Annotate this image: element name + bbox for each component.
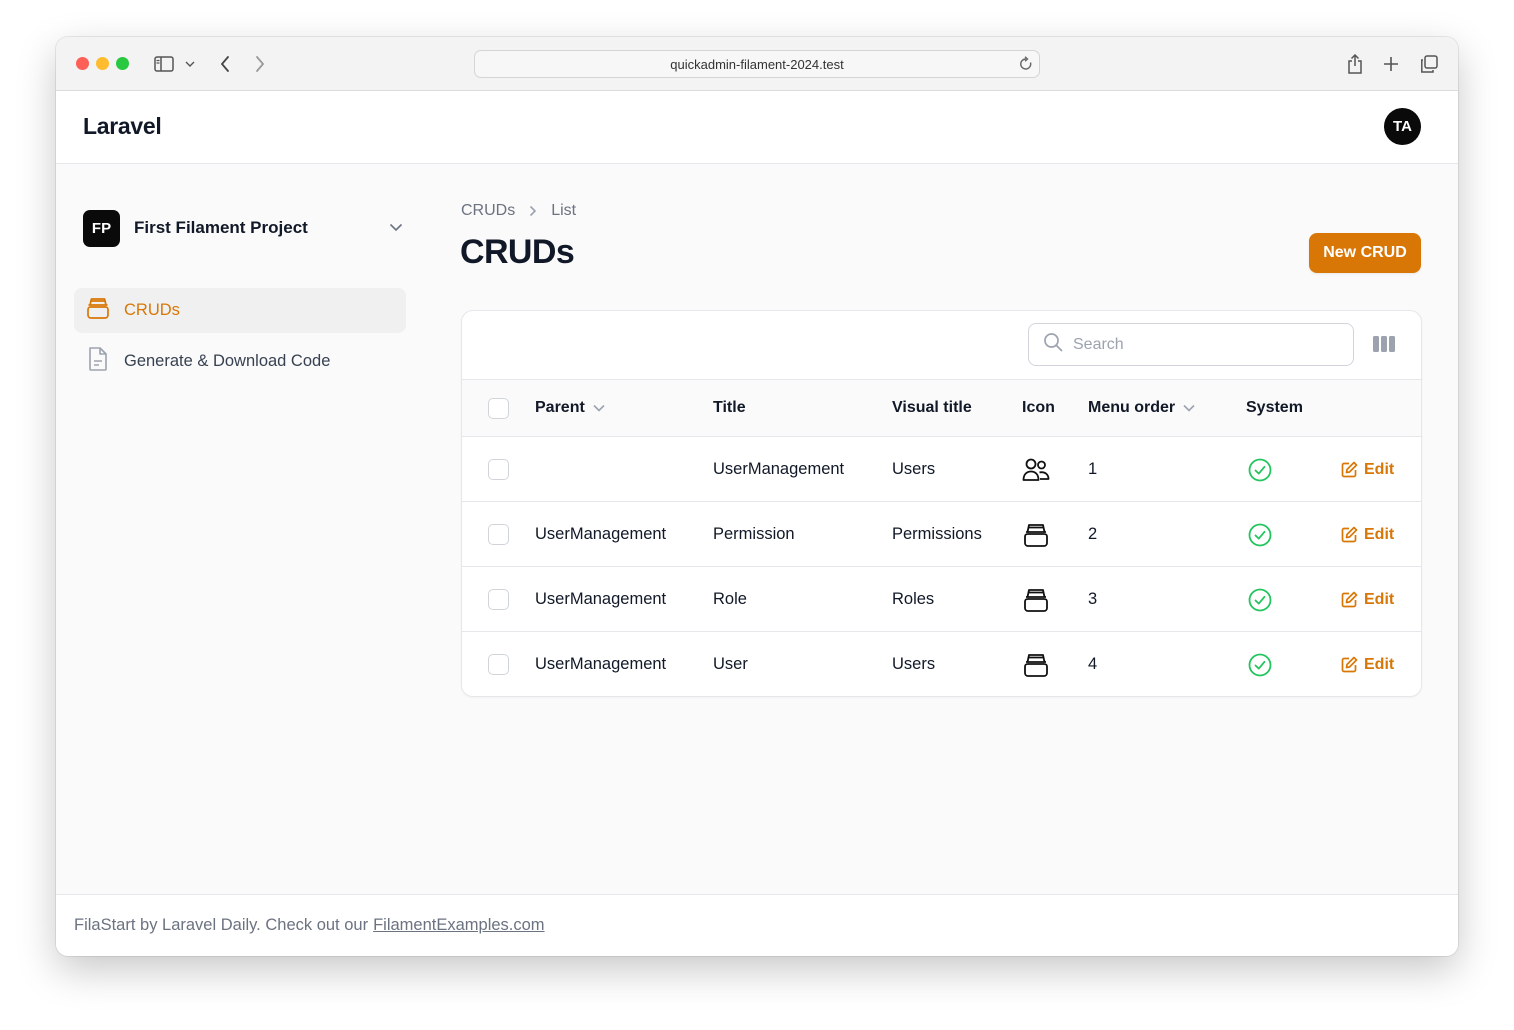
check-circle-icon <box>1247 437 1273 502</box>
address-bar[interactable]: quickadmin-filament-2024.test <box>474 50 1040 78</box>
close-window-button[interactable] <box>76 57 89 70</box>
sidebar-toggle-icon[interactable] <box>152 52 176 76</box>
new-tab-icon[interactable] <box>1379 52 1403 76</box>
share-icon[interactable] <box>1343 52 1367 76</box>
cell-visual-title: Roles <box>892 590 935 608</box>
tabs-overview-icon[interactable] <box>1417 52 1441 76</box>
cell-visual-title: Permissions <box>892 525 982 543</box>
archive-box-icon <box>1023 502 1049 567</box>
tenant-name: First Filament Project <box>134 218 308 237</box>
check-circle-icon <box>1247 567 1273 632</box>
new-crud-button[interactable]: New CRUD <box>1309 233 1421 273</box>
address-url: quickadmin-filament-2024.test <box>670 56 844 72</box>
footer-text: FilaStart by Laravel Daily. Check out ou… <box>74 916 369 934</box>
edit-button[interactable]: Edit <box>1341 632 1394 696</box>
column-header-menu-order[interactable]: Menu order <box>1088 399 1195 417</box>
table-header: Parent Title Visual title Icon Menu orde… <box>462 380 1421 437</box>
tenant-avatar: FP <box>83 209 120 247</box>
minimize-window-button[interactable] <box>96 57 109 70</box>
table-toolbar <box>462 311 1421 380</box>
check-circle-icon <box>1247 502 1273 567</box>
cell-title: User <box>713 655 748 673</box>
user-avatar[interactable]: TA <box>1384 108 1421 145</box>
pencil-square-icon <box>1341 591 1358 608</box>
table-row: UserManagement Permission Permissions 2 … <box>462 502 1421 567</box>
check-circle-icon <box>1247 632 1273 696</box>
column-header-icon: Icon <box>1022 399 1055 416</box>
sidebar-item-label: Generate & Download Code <box>124 352 331 370</box>
users-icon <box>1022 437 1050 502</box>
cell-title: Role <box>713 590 747 608</box>
row-checkbox[interactable] <box>488 459 509 480</box>
breadcrumb-item-list: List <box>551 202 577 219</box>
tenant-switcher[interactable]: FP First Filament Project <box>83 209 403 247</box>
cell-title: UserManagement <box>713 460 845 478</box>
search-input[interactable] <box>1073 335 1323 354</box>
column-header-parent[interactable]: Parent <box>535 399 605 417</box>
sidebar-item-label: CRUDs <box>124 301 180 319</box>
search-icon <box>1043 332 1063 357</box>
column-header-title: Title <box>713 399 746 416</box>
table-row: UserManagement Role Roles 3 Edit <box>462 567 1421 632</box>
reload-icon[interactable] <box>1019 56 1033 75</box>
edit-button[interactable]: Edit <box>1341 567 1394 632</box>
page-footer: FilaStart by Laravel Daily. Check out ou… <box>56 894 1458 956</box>
edit-button[interactable]: Edit <box>1341 437 1394 502</box>
sidebar-item-generate-code[interactable]: Generate & Download Code <box>74 339 406 384</box>
column-toggle-icon[interactable] <box>1372 335 1396 355</box>
edit-button[interactable]: Edit <box>1341 502 1394 567</box>
pencil-square-icon <box>1341 656 1358 673</box>
cell-title: Permission <box>713 525 795 543</box>
table-row: UserManagement User Users 4 Edit <box>462 632 1421 696</box>
cell-menu-order: 1 <box>1088 460 1098 478</box>
forward-icon[interactable] <box>248 52 272 76</box>
cell-parent: UserManagement <box>535 590 667 608</box>
breadcrumb: CRUDs List <box>461 202 576 220</box>
archive-box-icon <box>1023 567 1049 632</box>
archive-box-icon <box>1023 632 1049 696</box>
table-row: UserManagement Users 1 Edit <box>462 437 1421 502</box>
column-header-system: System <box>1246 399 1303 416</box>
row-checkbox[interactable] <box>488 524 509 545</box>
row-checkbox[interactable] <box>488 589 509 610</box>
row-checkbox[interactable] <box>488 654 509 675</box>
cell-visual-title: Users <box>892 460 936 478</box>
cell-menu-order: 2 <box>1088 525 1098 543</box>
footer-link[interactable]: FilamentExamples.com <box>373 916 544 935</box>
select-all-checkbox[interactable] <box>488 398 509 419</box>
search-box[interactable] <box>1028 323 1354 366</box>
page-title: CRUDs <box>460 233 575 271</box>
chevron-right-icon <box>529 205 537 217</box>
chevron-down-icon <box>593 404 605 412</box>
brand-logo[interactable]: Laravel <box>83 113 162 140</box>
back-icon[interactable] <box>213 52 237 76</box>
cell-menu-order: 4 <box>1088 655 1098 673</box>
browser-toolbar: quickadmin-filament-2024.test <box>56 37 1458 91</box>
zoom-window-button[interactable] <box>116 57 129 70</box>
pencil-square-icon <box>1341 526 1358 543</box>
breadcrumb-item-cruds[interactable]: CRUDs <box>461 202 515 220</box>
document-icon <box>86 346 110 377</box>
app-topbar: Laravel TA <box>56 91 1458 164</box>
cell-parent: UserManagement <box>535 655 667 673</box>
archive-box-icon <box>86 297 110 324</box>
pencil-square-icon <box>1341 461 1358 478</box>
cruds-table: Parent Title Visual title Icon Menu orde… <box>461 310 1422 697</box>
sidebar-item-cruds[interactable]: CRUDs <box>74 288 406 333</box>
chevron-down-icon <box>1183 404 1195 412</box>
cell-menu-order: 3 <box>1088 590 1098 608</box>
cell-visual-title: Users <box>892 655 936 673</box>
cell-parent: UserManagement <box>535 525 667 543</box>
chevron-down-icon[interactable] <box>178 52 202 76</box>
browser-window: quickadmin-filament-2024.test Laravel TA… <box>56 37 1458 956</box>
chevron-down-icon <box>389 219 403 237</box>
column-header-visual-title: Visual title <box>892 399 972 416</box>
